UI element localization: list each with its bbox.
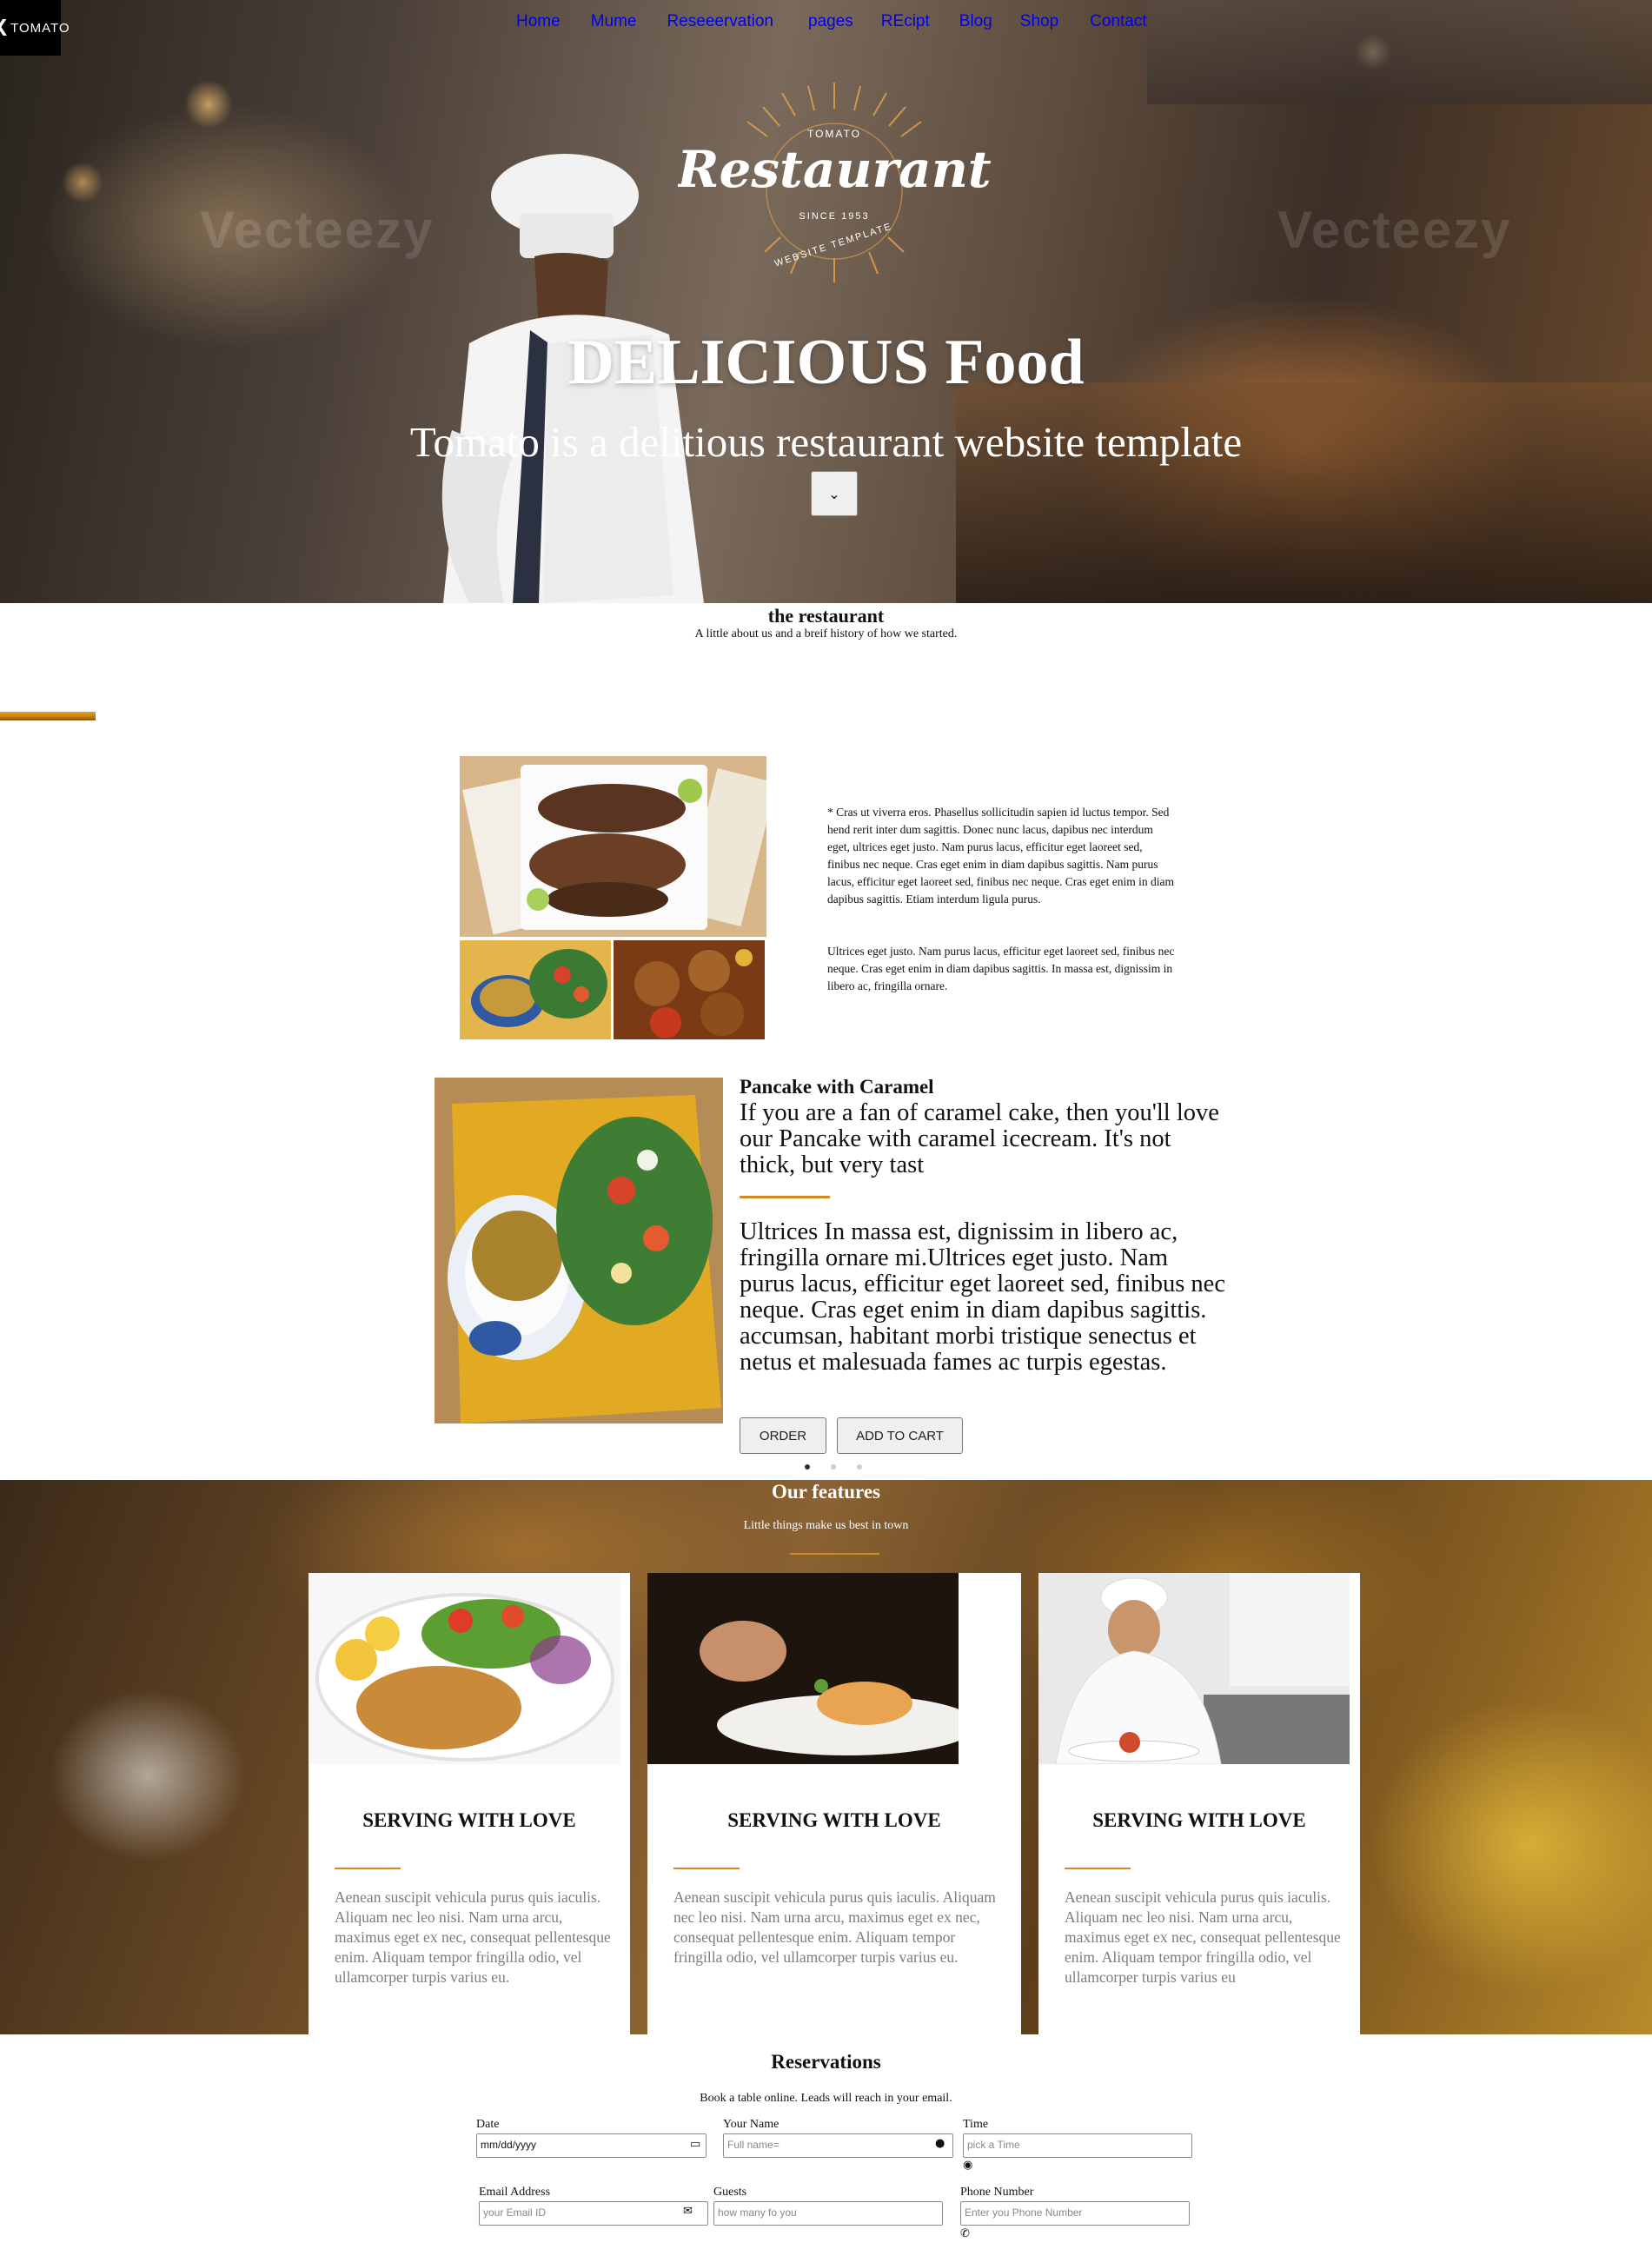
soup-salad-photo	[460, 940, 611, 1039]
nav-link-home[interactable]: Home	[516, 12, 561, 31]
clock-icon: ◉	[963, 2159, 973, 2172]
pancake-dish-photo	[435, 1078, 723, 1423]
feature-card-title: SERVING WITH LOVE	[362, 1809, 576, 1831]
svg-text:Restaurant: Restaurant	[678, 140, 991, 199]
time-label: Time	[963, 2118, 989, 2131]
name-label: Your Name	[723, 2118, 780, 2131]
hero-title: DELICIOUS Food	[567, 327, 1085, 398]
envelope-icon: ✉	[683, 2205, 693, 2218]
feature-card-title: SERVING WITH LOVE	[727, 1809, 941, 1831]
plated-dish-photo	[647, 1573, 959, 1764]
pancake-title: Pancake with Caramel	[740, 1076, 934, 1098]
feature-card-title: SERVING WITH LOVE	[1092, 1809, 1306, 1831]
about-title: the restaurant	[767, 605, 885, 627]
grilled-chicken-photo	[460, 756, 766, 937]
time-input[interactable]: pick a Time	[963, 2133, 1192, 2158]
watermark: Vecteezy	[1277, 201, 1512, 259]
accent-divider	[335, 1868, 401, 1869]
nav-link-recipe[interactable]: REcipt	[881, 12, 930, 31]
chevron-down-icon: ⌄	[828, 485, 840, 502]
features-title: Our features	[772, 1481, 880, 1503]
logo-mark: X	[0, 14, 7, 42]
carousel-dot-3[interactable]	[857, 1464, 862, 1470]
carousel-dot-2[interactable]	[831, 1464, 836, 1470]
hero-section: TOMATO Restaurant SINCE 1953 WEBSITE TEM…	[0, 0, 1652, 603]
reservations-subtitle: Book a table online. Leads will reach in…	[700, 2092, 952, 2105]
name-input[interactable]: Full name=	[723, 2133, 953, 2158]
about-paragraph-2: Ultrices eget justo. Nam purus lacus, ef…	[827, 945, 1175, 992]
chef-cooking-photo	[1038, 1573, 1350, 1764]
features-subtitle: Little things make us best in town	[743, 1519, 909, 1532]
accent-divider	[1065, 1868, 1131, 1869]
reservations-title: Reservations	[771, 2051, 881, 2073]
email-input[interactable]: your Email ID	[479, 2201, 708, 2226]
phone-icon: ✆	[960, 2227, 970, 2240]
add-to-cart-button[interactable]: ADD TO CART	[837, 1417, 963, 1454]
accent-divider	[740, 1196, 830, 1198]
site-logo[interactable]: X TOMATO	[0, 0, 70, 56]
top-navigation: Home Mume Reseeervation pages REcipt Blo…	[513, 12, 1147, 31]
carousel-dots	[805, 1464, 862, 1470]
meatballs-photo	[614, 940, 765, 1039]
watermark: Vecteezy	[200, 201, 435, 259]
feature-card-text: Aenean suscipit vehicula purus quis iacu…	[673, 1888, 996, 1966]
feature-card-text: Aenean suscipit vehicula purus quis iacu…	[1065, 1888, 1341, 1986]
phone-input[interactable]: Enter you Phone Number	[960, 2201, 1190, 2226]
kitchen-hood-background	[1147, 0, 1652, 104]
hero-subtitle: Tomato is a delitious restaurant website…	[409, 418, 1243, 466]
about-description: A little about us and a breif history of…	[694, 627, 958, 640]
carousel-dot-1[interactable]	[805, 1464, 810, 1470]
accent-divider	[790, 1553, 879, 1555]
order-button[interactable]: ORDER	[740, 1417, 826, 1454]
user-icon: ●	[935, 2137, 945, 2150]
logo-name: TOMATO	[10, 20, 70, 36]
guests-input[interactable]: how many fo you	[713, 2201, 943, 2226]
kitchen-counter-background	[956, 382, 1652, 603]
nav-link-contact[interactable]: Contact	[1090, 12, 1146, 31]
schnitzel-salad-photo	[309, 1573, 620, 1764]
scroll-down-button[interactable]: ⌄	[811, 471, 858, 516]
accent-bar	[0, 712, 96, 720]
about-paragraph-1: * Cras ut viverra eros. Phasellus sollic…	[827, 806, 1174, 906]
nav-link-pages[interactable]: pages	[808, 12, 853, 31]
date-input[interactable]: mm/dd/yyyy	[476, 2133, 707, 2158]
pancake-intro: If you are a fan of caramel cake, then y…	[740, 1099, 1219, 1178]
email-label: Email Address	[479, 2186, 551, 2199]
nav-link-blog[interactable]: Blog	[959, 12, 992, 31]
svg-text:SINCE 1953: SINCE 1953	[799, 211, 869, 222]
svg-text:TOMATO: TOMATO	[807, 128, 861, 140]
guests-label: Guests	[713, 2186, 747, 2199]
date-label: Date	[476, 2118, 500, 2131]
calendar-icon[interactable]: ▭	[690, 2138, 700, 2151]
phone-label: Phone Number	[960, 2186, 1034, 2199]
nav-link-reservation[interactable]: Reseeervation	[667, 12, 773, 31]
nav-link-shop[interactable]: Shop	[1020, 12, 1058, 31]
feature-card-text: Aenean suscipit vehicula purus quis iacu…	[335, 1888, 611, 1986]
restaurant-emblem-logo: TOMATO Restaurant SINCE 1953 WEBSITE TEM…	[678, 83, 991, 282]
nav-link-menu[interactable]: Mume	[591, 12, 637, 31]
accent-divider	[673, 1868, 740, 1869]
pancake-body: Ultrices In massa est, dignissim in libe…	[740, 1218, 1225, 1376]
